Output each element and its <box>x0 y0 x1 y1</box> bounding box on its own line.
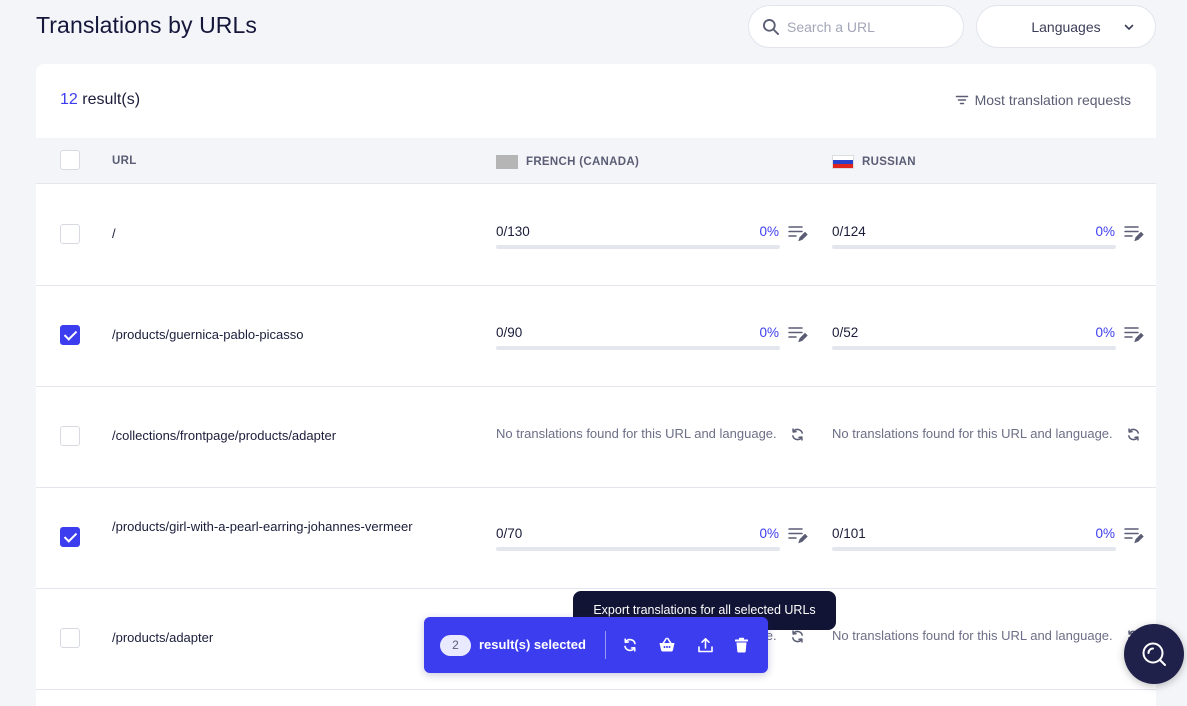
translation-percent: 0% <box>1095 224 1115 239</box>
page-title: Translations by URLs <box>36 12 258 38</box>
translation-count: 0/90 <box>496 325 523 340</box>
french-translation-cell: No translations found for this URL and l… <box>496 426 808 466</box>
search-input[interactable] <box>787 18 947 35</box>
search-box[interactable] <box>748 5 964 48</box>
edit-translations-icon[interactable] <box>1124 325 1144 343</box>
no-translations-message: No translations found for this URL and l… <box>832 628 1113 643</box>
selection-label: result(s) selected <box>479 637 586 652</box>
delete-selected-button[interactable] <box>731 635 751 655</box>
translation-count: 0/70 <box>496 526 523 541</box>
translation-progress-bar <box>832 547 1116 551</box>
select-all-checkbox[interactable] <box>60 150 80 170</box>
edit-translations-icon[interactable] <box>788 526 808 544</box>
translation-count: 0/52 <box>832 325 859 340</box>
refresh-selected-button[interactable] <box>620 635 640 655</box>
results-count: 12 result(s) <box>60 91 141 108</box>
flag-russia-icon <box>832 155 854 169</box>
refresh-icon[interactable] <box>790 427 805 442</box>
row-checkbox[interactable] <box>60 426 80 446</box>
column-header-url[interactable]: URL <box>112 155 137 167</box>
chevron-down-icon <box>1124 24 1134 30</box>
no-translations-message: No translations found for this URL and l… <box>496 426 777 441</box>
french-translation-cell: 0/130 0% <box>496 224 808 264</box>
french-translation-cell: 0/70 0% <box>496 526 808 566</box>
translation-count: 0/101 <box>832 526 866 541</box>
russian-translation-cell: 0/124 0% <box>832 224 1144 264</box>
refresh-icon <box>624 638 636 652</box>
export-selected-button[interactable] <box>695 635 715 655</box>
translation-percent: 0% <box>759 224 779 239</box>
sort-button[interactable]: Most translation requests <box>955 92 1131 108</box>
no-translations-message: No translations found for this URL and l… <box>832 426 1113 441</box>
translation-progress-bar <box>496 245 780 249</box>
row-checkbox[interactable] <box>60 628 80 648</box>
row-url[interactable]: / <box>112 223 437 245</box>
column-header-russian: RUSSIAN <box>832 155 916 169</box>
selection-count-badge: 2 <box>440 635 471 656</box>
translation-progress-bar <box>832 245 1116 249</box>
column-header-french: FRENCH (CANADA) <box>496 155 639 169</box>
selection-divider <box>605 631 606 659</box>
filter-icon <box>955 95 968 105</box>
trash-icon <box>734 637 748 653</box>
row-url[interactable]: /collections/frontpage/products/adapter <box>112 425 437 447</box>
translation-count: 0/130 <box>496 224 530 239</box>
edit-translations-icon[interactable] <box>1124 224 1144 242</box>
translation-percent: 0% <box>759 526 779 541</box>
refresh-icon[interactable] <box>790 629 805 644</box>
russian-translation-cell: No translations found for this URL and l… <box>832 426 1144 466</box>
edit-translations-icon[interactable] <box>788 325 808 343</box>
export-icon <box>697 637 713 652</box>
translation-count: 0/124 <box>832 224 866 239</box>
translation-percent: 0% <box>759 325 779 340</box>
edit-translations-icon[interactable] <box>788 224 808 242</box>
flag-canada-icon <box>496 155 518 169</box>
translation-progress-bar <box>832 346 1116 350</box>
russian-translation-cell: No translations found for this URL and l… <box>832 628 1144 668</box>
translation-progress-bar <box>496 346 780 350</box>
edit-translations-icon[interactable] <box>1124 526 1144 544</box>
help-search-icon <box>1142 642 1166 666</box>
row-url[interactable]: /products/adapter <box>112 627 437 649</box>
russian-translation-cell: 0/52 0% <box>832 325 1144 365</box>
basket-icon <box>659 637 675 652</box>
row-url[interactable]: /products/guernica-pablo-picasso <box>112 324 437 346</box>
order-translations-button[interactable] <box>657 635 677 655</box>
table-row: /collections/frontpage/products/adapter N… <box>36 387 1156 488</box>
table-row: /products/girl-with-a-pearl-earring-joha… <box>36 488 1156 589</box>
help-button[interactable] <box>1124 624 1184 684</box>
refresh-icon[interactable] <box>1126 427 1141 442</box>
row-checkbox[interactable] <box>60 325 80 345</box>
russian-translation-cell: 0/101 0% <box>832 526 1144 566</box>
languages-dropdown[interactable]: Languages <box>976 5 1156 48</box>
table-header: URL FRENCH (CANADA) RUSSIAN <box>36 138 1156 184</box>
row-checkbox[interactable] <box>60 527 80 547</box>
table-row: /products/guernica-pablo-picasso 0/90 0% 0/… <box>36 286 1156 387</box>
translation-percent: 0% <box>1095 325 1115 340</box>
translation-percent: 0% <box>1095 526 1115 541</box>
languages-label: Languages <box>1031 18 1101 35</box>
translation-progress-bar <box>496 547 780 551</box>
selection-bar: 2 result(s) selected <box>424 617 768 673</box>
row-checkbox[interactable] <box>60 224 80 244</box>
sort-label: Most translation requests <box>974 92 1131 108</box>
row-url[interactable]: /products/girl-with-a-pearl-earring-joha… <box>112 516 437 538</box>
table-row: / 0/130 0% 0/124 0% <box>36 185 1156 286</box>
french-translation-cell: 0/90 0% <box>496 325 808 365</box>
search-icon <box>763 18 779 35</box>
